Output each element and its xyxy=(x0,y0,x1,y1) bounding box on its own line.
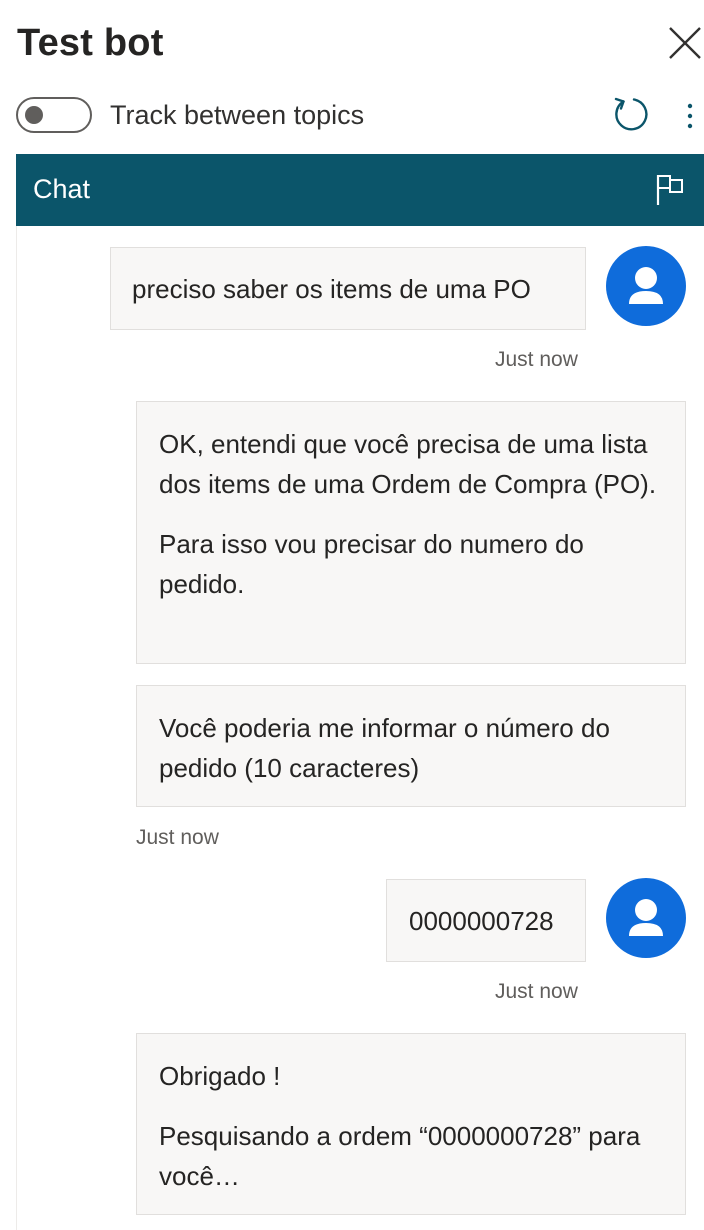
message-paragraph: Você poderia me informar o número do ped… xyxy=(159,713,610,783)
message-timestamp: Just now xyxy=(136,826,219,849)
refresh-icon xyxy=(614,97,648,131)
bot-message: OK, entendi que você precisa de uma list… xyxy=(136,401,686,664)
flag-icon xyxy=(656,175,683,205)
person-icon xyxy=(629,899,663,936)
message-paragraph: OK, entendi que você precisa de uma list… xyxy=(159,429,657,499)
message-text: preciso saber os items de uma PO xyxy=(132,274,531,304)
user-message: 0000000728 xyxy=(386,879,586,962)
track-between-topics-toggle[interactable] xyxy=(16,97,92,133)
test-bot-pane: Test bot Track between topics Chat preci… xyxy=(0,0,704,1230)
user-message: preciso saber os items de uma PO xyxy=(110,247,586,330)
user-avatar xyxy=(606,246,686,326)
person-icon xyxy=(629,267,663,304)
message-timestamp: Just now xyxy=(495,348,578,371)
message-paragraph: Para isso vou precisar do numero do pedi… xyxy=(159,529,584,599)
bot-message: Você poderia me informar o número do ped… xyxy=(136,685,686,807)
track-between-topics-row: Track between topics xyxy=(16,94,364,136)
message-text: 0000000728 xyxy=(409,906,554,936)
track-between-topics-label: Track between topics xyxy=(110,99,365,130)
refresh-button[interactable] xyxy=(611,95,649,133)
more-options-button[interactable] xyxy=(680,99,700,133)
user-avatar xyxy=(606,878,686,958)
flag-button[interactable] xyxy=(654,172,686,208)
bot-message: Obrigado ! Pesquisando a ordem “00000007… xyxy=(136,1033,686,1215)
message-timestamp: Just now xyxy=(495,980,578,1003)
chat-tab-title: Chat xyxy=(33,174,91,204)
page-title: Test bot xyxy=(17,22,164,64)
message-paragraph: Obrigado ! xyxy=(159,1061,281,1091)
message-paragraph: Pesquisando a ordem “0000000728” para vo… xyxy=(159,1121,641,1191)
toggle-knob xyxy=(25,106,43,124)
close-icon xyxy=(669,27,701,59)
more-vertical-icon xyxy=(687,103,693,129)
close-button[interactable] xyxy=(664,22,704,64)
chat-header: Chat xyxy=(16,154,704,226)
